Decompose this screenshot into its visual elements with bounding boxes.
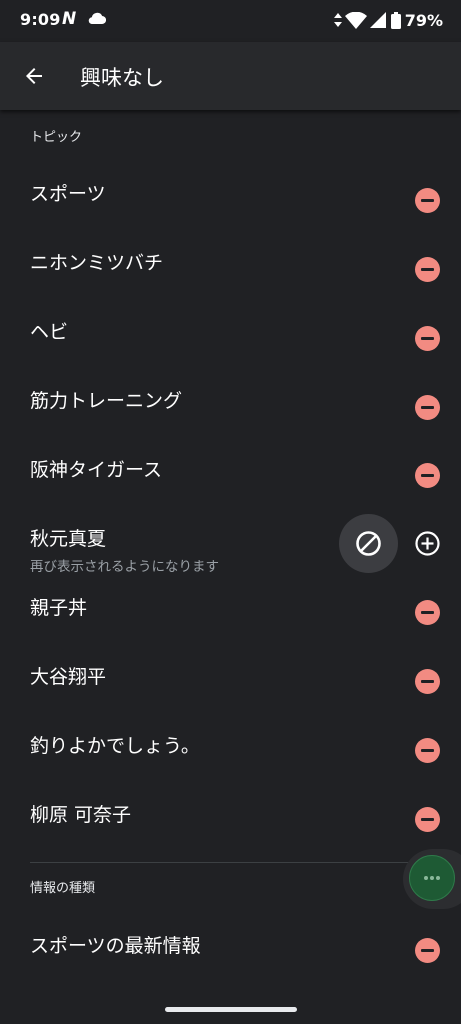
n-app-icon: N (62, 9, 77, 29)
remove-button[interactable] (415, 600, 440, 625)
minus-icon (421, 199, 434, 202)
remove-button[interactable] (415, 326, 440, 351)
battery-percent: 79% (404, 10, 443, 30)
info-type-row: スポーツの最新情報 (0, 917, 461, 986)
topic-row-removed: 秋元真夏 再び表示されるようになります (0, 510, 461, 582)
block-chip (339, 514, 398, 573)
minus-icon (421, 337, 434, 340)
minus-icon (421, 474, 434, 477)
topic-label: 親子丼 (30, 597, 88, 619)
dot (436, 876, 440, 880)
more-options-fab[interactable] (409, 855, 455, 901)
remove-button[interactable] (415, 188, 440, 213)
topic-label: 筋力トレーニング (30, 390, 183, 412)
topic-row: ヘビ (0, 303, 461, 372)
topic-label: ヘビ (30, 321, 69, 343)
signal-icon (369, 12, 386, 28)
minus-icon (421, 406, 434, 409)
topic-row: ニホンミツバチ (0, 234, 461, 303)
block-icon (356, 531, 381, 556)
topic-row: 親子丼 (0, 579, 461, 648)
topic-sub-label: 再び表示されるようになります (30, 559, 219, 575)
status-bar: 9:09 N 79% (0, 0, 461, 42)
remove-button[interactable] (415, 395, 440, 420)
topic-row: 筋力トレーニング (0, 372, 461, 441)
remove-button[interactable] (415, 938, 440, 963)
add-circle-icon[interactable] (415, 531, 440, 556)
topic-row: スポーツ (0, 165, 461, 234)
minus-icon (421, 749, 434, 752)
minus-icon (421, 680, 434, 683)
topic-row: 柳原 可奈子 (0, 786, 461, 855)
section-header-info-types: 情報の種類 (30, 881, 96, 896)
minus-icon (421, 818, 434, 821)
topic-label: 阪神タイガース (30, 459, 163, 481)
minus-icon (421, 268, 434, 271)
gesture-nav-bar[interactable] (165, 1007, 297, 1012)
cloud-icon (88, 12, 106, 24)
topic-label: 柳原 可奈子 (30, 804, 132, 826)
arrow-back-icon[interactable] (22, 64, 46, 88)
floating-bubble[interactable] (403, 849, 461, 909)
remove-button[interactable] (415, 738, 440, 763)
remove-button[interactable] (415, 463, 440, 488)
minus-icon (421, 949, 434, 952)
topic-row: 阪神タイガース (0, 441, 461, 510)
topic-label: 釣りよかでしょう。 (30, 735, 200, 757)
app-bar: 興味なし (0, 42, 461, 110)
topic-label: 大谷翔平 (30, 666, 107, 688)
page-title: 興味なし (80, 66, 164, 90)
dot (424, 876, 428, 880)
status-icons: 79% (333, 9, 443, 31)
minus-icon (421, 611, 434, 614)
remove-button[interactable] (415, 807, 440, 832)
remove-button[interactable] (415, 669, 440, 694)
topic-label: スポーツ (30, 183, 106, 205)
section-divider (30, 862, 461, 863)
section-header-topics: トピック (30, 130, 83, 145)
info-type-label: スポーツの最新情報 (30, 935, 201, 957)
wifi-icon (344, 11, 367, 29)
data-arrows-icon (333, 13, 342, 27)
status-time: 9:09 (20, 10, 61, 29)
topic-row: 釣りよかでしょう。 (0, 717, 461, 786)
dot (430, 876, 434, 880)
topic-label: ニホンミツバチ (30, 252, 164, 274)
remove-button[interactable] (415, 257, 440, 282)
battery-icon (390, 11, 401, 29)
topic-label: 秋元真夏 (30, 528, 107, 550)
topic-row: 大谷翔平 (0, 648, 461, 717)
